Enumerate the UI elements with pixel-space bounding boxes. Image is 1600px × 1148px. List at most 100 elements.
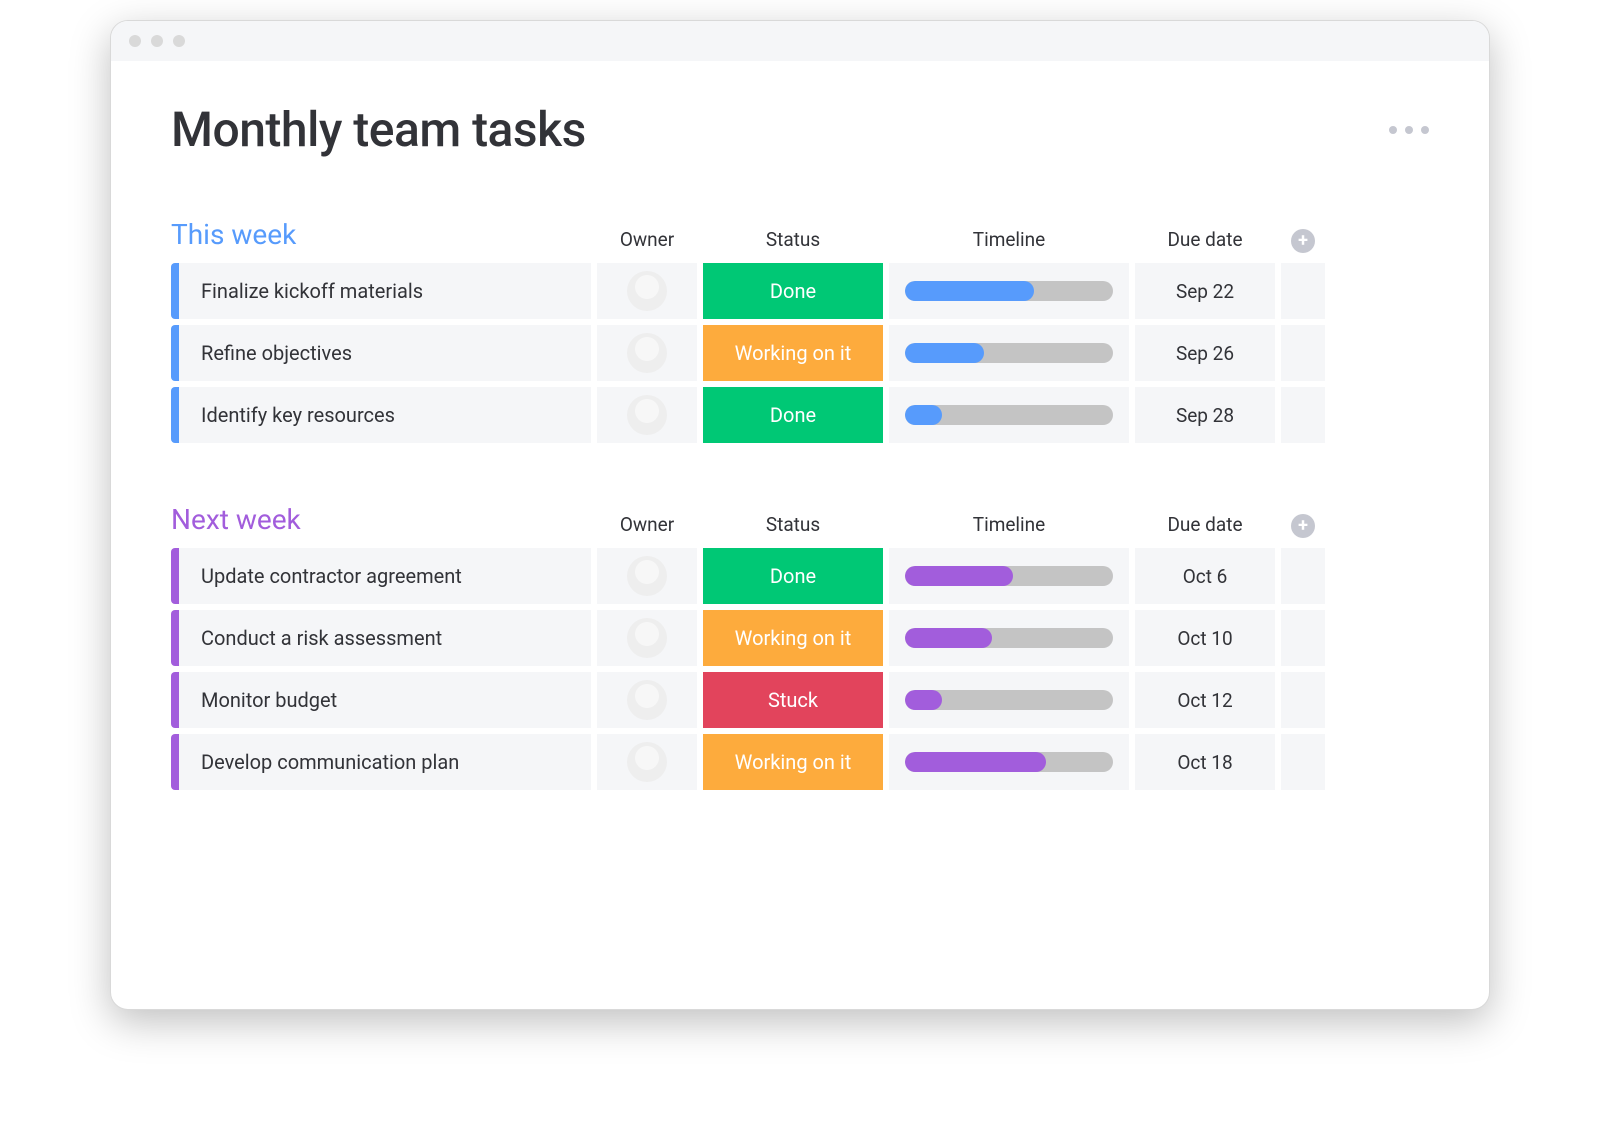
due-date: Oct 6 [1183,565,1228,588]
window-control-dot[interactable] [151,35,163,47]
extra-cell[interactable] [1281,672,1325,728]
add-column-button[interactable]: + [1291,514,1315,538]
task-name-cell[interactable]: Develop communication plan [171,734,591,790]
table-row[interactable]: Conduct a risk assessment Working on it Oc… [171,610,1429,666]
extra-cell[interactable] [1281,387,1325,443]
table-row[interactable]: Identify key resources Done Sep 28 [171,387,1429,443]
avatar [627,333,667,373]
status-cell[interactable]: Done [703,387,883,443]
due-date-cell[interactable]: Sep 22 [1135,263,1275,319]
add-column-button[interactable]: + [1291,229,1315,253]
timeline-bar-fill [905,628,992,648]
more-icon [1405,126,1413,134]
due-date: Oct 18 [1177,751,1232,774]
timeline-cell[interactable] [889,325,1129,381]
due-date-cell[interactable]: Oct 18 [1135,734,1275,790]
table-row[interactable]: Refine objectives Working on it Sep 26 [171,325,1429,381]
column-header-timeline[interactable]: Timeline [889,513,1129,540]
extra-cell[interactable] [1281,610,1325,666]
status-label: Working on it [735,750,852,774]
due-date: Oct 10 [1177,627,1232,650]
column-header-owner[interactable]: Owner [597,513,697,540]
window-titlebar [111,21,1489,61]
status-cell[interactable]: Working on it [703,325,883,381]
due-date-cell[interactable]: Oct 10 [1135,610,1275,666]
owner-cell[interactable] [597,263,697,319]
column-header-status[interactable]: Status [703,228,883,255]
owner-cell[interactable] [597,387,697,443]
status-cell[interactable]: Stuck [703,672,883,728]
owner-cell[interactable] [597,672,697,728]
timeline-bar [905,405,1113,425]
owner-cell[interactable] [597,548,697,604]
owner-cell[interactable] [597,610,697,666]
status-cell[interactable]: Working on it [703,734,883,790]
task-name-cell[interactable]: Update contractor agreement [171,548,591,604]
table-row[interactable]: Monitor budget Stuck Oct 12 [171,672,1429,728]
person-icon [635,337,659,361]
task-name: Conduct a risk assessment [201,626,442,650]
extra-cell[interactable] [1281,263,1325,319]
column-header-due[interactable]: Due date [1135,228,1275,255]
column-header-due[interactable]: Due date [1135,513,1275,540]
timeline-bar-fill [905,405,942,425]
due-date: Sep 28 [1176,404,1234,427]
status-label: Done [770,279,816,303]
table-row[interactable]: Develop communication plan Working on it O… [171,734,1429,790]
group-title[interactable]: Next week [171,503,591,540]
owner-cell[interactable] [597,325,697,381]
timeline-bar [905,281,1113,301]
task-name: Refine objectives [201,341,352,365]
plus-icon: + [1298,232,1308,250]
due-date-cell[interactable]: Oct 12 [1135,672,1275,728]
more-menu-button[interactable] [1389,126,1429,134]
person-icon [635,622,659,646]
due-date: Sep 26 [1176,342,1234,365]
extra-cell[interactable] [1281,548,1325,604]
board-content: Monthly team tasks This weekOwnerStatusT… [111,61,1489,1009]
window-control-dot[interactable] [129,35,141,47]
more-icon [1421,126,1429,134]
task-name: Identify key resources [201,403,395,427]
timeline-bar [905,628,1113,648]
status-cell[interactable]: Done [703,548,883,604]
timeline-cell[interactable] [889,548,1129,604]
due-date-cell[interactable]: Sep 28 [1135,387,1275,443]
window-control-dot[interactable] [173,35,185,47]
group-title[interactable]: This week [171,218,591,255]
avatar [627,395,667,435]
task-name: Monitor budget [201,688,337,712]
task-name-cell[interactable]: Conduct a risk assessment [171,610,591,666]
status-label: Done [770,564,816,588]
table-row[interactable]: Update contractor agreement Done Oct 6 [171,548,1429,604]
due-date-cell[interactable]: Sep 26 [1135,325,1275,381]
status-cell[interactable]: Done [703,263,883,319]
add-column-cell: + [1281,514,1325,540]
column-header-status[interactable]: Status [703,513,883,540]
task-name-cell[interactable]: Finalize kickoff materials [171,263,591,319]
timeline-bar [905,752,1113,772]
page-title: Monthly team tasks [171,101,586,158]
owner-cell[interactable] [597,734,697,790]
task-name-cell[interactable]: Refine objectives [171,325,591,381]
task-name-cell[interactable]: Identify key resources [171,387,591,443]
timeline-cell[interactable] [889,263,1129,319]
due-date-cell[interactable]: Oct 6 [1135,548,1275,604]
timeline-cell[interactable] [889,387,1129,443]
extra-cell[interactable] [1281,325,1325,381]
extra-cell[interactable] [1281,734,1325,790]
task-group: Next weekOwnerStatusTimelineDue date + Upd… [171,503,1429,790]
timeline-cell[interactable] [889,672,1129,728]
column-header-timeline[interactable]: Timeline [889,228,1129,255]
status-label: Working on it [735,341,852,365]
column-header-owner[interactable]: Owner [597,228,697,255]
timeline-cell[interactable] [889,734,1129,790]
plus-icon: + [1298,517,1308,535]
due-date: Oct 12 [1177,689,1232,712]
task-name-cell[interactable]: Monitor budget [171,672,591,728]
person-icon [635,399,659,423]
table-row[interactable]: Finalize kickoff materials Done Sep 22 [171,263,1429,319]
status-cell[interactable]: Working on it [703,610,883,666]
timeline-cell[interactable] [889,610,1129,666]
timeline-bar-fill [905,281,1034,301]
